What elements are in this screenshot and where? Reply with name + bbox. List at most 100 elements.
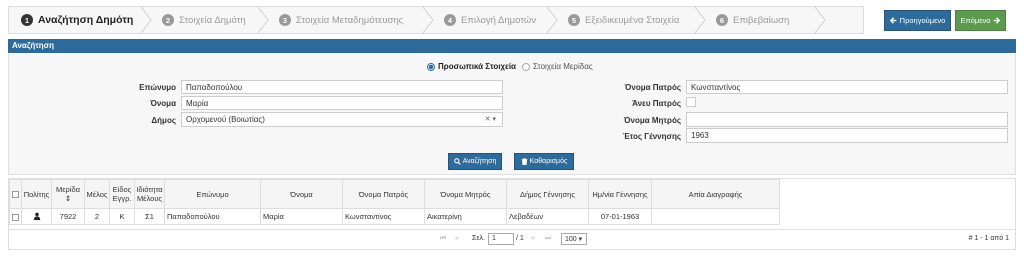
municipality-value: Ορχομενού (Βοιωτίας) (186, 115, 265, 124)
arrow-left-icon (889, 17, 896, 24)
trash-icon (521, 158, 527, 165)
step-label: Στοιχεία Δημότη (179, 14, 246, 26)
chevron-separator-icon (814, 7, 826, 33)
radio-personal-details[interactable] (427, 62, 435, 71)
wizard-steps: 1 Αναζήτηση Δημότη 2 Στοιχεία Δημότη 3 Σ… (8, 6, 864, 34)
first-name-input[interactable]: Μαρία (181, 96, 503, 110)
page-number-input[interactable]: 1 (488, 233, 514, 245)
step-number: 6 (716, 14, 728, 26)
step-label: Στοιχεία Μεταδημότευσης (296, 14, 404, 26)
step-label: Εξειδικευμένα Στοιχεία (585, 14, 680, 26)
surname-cell: Παπαδοπούλου (164, 208, 261, 225)
previous-button[interactable]: Προηγούμενο (884, 10, 951, 31)
mother-name-label: Όνομα Μητρός (623, 116, 681, 125)
municipality-select[interactable]: Ορχομενού (Βοιωτίας) ✕ ▾ (181, 112, 503, 127)
step-citizen-details[interactable]: 2 Στοιχεία Δημότη (150, 7, 269, 33)
step-number: 2 (162, 14, 174, 26)
column-header-birthdate[interactable]: Ημ/νία Γέννησης (588, 179, 652, 209)
select-all-header[interactable] (9, 179, 22, 209)
column-header-registration-type[interactable]: Είδος Εγγρ. (109, 179, 135, 209)
father-name-input[interactable]: Κωνσταντίνος (686, 80, 1008, 94)
column-header-father-name[interactable]: Όνομα Πατρός (342, 179, 425, 209)
deletion-reason-cell (651, 208, 780, 225)
column-header-surname[interactable]: Επώνυμο (164, 179, 261, 209)
select-all-checkbox[interactable] (12, 191, 19, 199)
column-header-member-role[interactable]: Ιδιότητα Μέλους (134, 179, 165, 209)
step-special-details[interactable]: 5 Εξειδικευμένα Στοιχεία (556, 7, 706, 33)
first-name-label: Όνομα (150, 99, 176, 108)
step-label: Αναζήτηση Δημότη (38, 14, 134, 26)
next-label: Επόμενο (960, 16, 991, 25)
search-button[interactable]: Αναζήτηση (448, 153, 502, 170)
radio-personal-label[interactable]: Προσωπικά Στοιχεία (438, 62, 516, 71)
column-header-share[interactable]: Μερίδα ⇕ (51, 179, 85, 209)
step-number: 1 (21, 14, 33, 26)
next-page-icon[interactable]: » (531, 235, 535, 242)
municipality-label: Δήμος (151, 116, 176, 125)
step-select-citizens[interactable]: 4 Επιλογή Δημοτών (432, 7, 558, 33)
registration-type-cell: Κ (109, 208, 135, 225)
next-button[interactable]: Επόμενο (955, 10, 1006, 31)
step-search-citizen[interactable]: 1 Αναζήτηση Δημότη (9, 7, 152, 33)
member-role-cell: Σ1 (134, 208, 165, 225)
page-size-value: 100 (565, 236, 577, 243)
table-row[interactable]: 7922 2 Κ Σ1 Παπαδοπούλου Μαρία Κωνσταντί… (9, 208, 780, 225)
surname-input[interactable]: Παπαδοπούλου (181, 80, 503, 94)
no-father-checkbox[interactable] (686, 97, 696, 107)
row-checkbox[interactable] (12, 213, 19, 221)
birth-year-input[interactable]: 1963 (686, 128, 1008, 143)
first-page-icon[interactable]: ⏮ (440, 235, 446, 243)
first-name-cell: Μαρία (260, 208, 343, 225)
column-header-mother-name[interactable]: Όνομα Μητρός (424, 179, 507, 209)
citizen-cell[interactable] (21, 208, 52, 225)
user-icon (33, 212, 40, 220)
page-size-select[interactable]: 100 ▾ (561, 233, 587, 245)
step-confirmation[interactable]: 6 Επιβεβαίωση (704, 7, 826, 33)
step-number: 4 (444, 14, 456, 26)
birthdate-cell: 07-01-1963 (588, 208, 652, 225)
page-total: / 1 (516, 235, 524, 242)
column-header-birthplace[interactable]: Δήμος Γέννησης (506, 179, 589, 209)
birthplace-cell: Λεβαδέων (506, 208, 589, 225)
mother-name-cell: Αικατερίνη (424, 208, 507, 225)
column-header-member[interactable]: Μέλος (84, 179, 110, 209)
father-name-label: Όνομα Πατρός (624, 83, 681, 92)
no-father-label: Άνευ Πατρός (632, 99, 681, 108)
mother-name-input[interactable] (686, 112, 1008, 127)
column-header-share-label: Μερίδα (55, 185, 81, 194)
search-panel-title: Αναζήτηση (8, 39, 1016, 53)
pagination-bar: ⏮ « Σελ. 1 / 1 » ⏭ 100 ▾ # 1 - 1 από 1 (9, 229, 1015, 249)
column-header-first-name[interactable]: Όνομα (260, 179, 343, 209)
arrow-right-icon (994, 17, 1001, 24)
search-icon (453, 158, 461, 165)
row-select-cell[interactable] (9, 208, 22, 225)
clear-button[interactable]: Καθαρισμός (514, 153, 574, 170)
step-number: 5 (568, 14, 580, 26)
previous-page-icon[interactable]: « (455, 235, 459, 242)
step-label: Επιβεβαίωση (733, 14, 790, 26)
column-header-deletion-reason[interactable]: Απία Διαγραφής (651, 179, 780, 209)
results-grid: Πολίτης Μερίδα ⇕ Μέλος Είδος Εγγρ. Ιδιότ… (8, 178, 1016, 250)
step-transfer-details[interactable]: 3 Στοιχεία Μεταδημότευσης (267, 7, 434, 33)
search-mode-radio-group: Προσωπικά Στοιχεία Στοιχεία Μερίδας (427, 62, 593, 71)
radio-share-label[interactable]: Στοιχεία Μερίδας (533, 62, 593, 71)
clear-button-label: Καθαρισμός (529, 158, 568, 165)
share-cell: 7922 (51, 208, 85, 225)
column-header-citizen[interactable]: Πολίτης (21, 179, 52, 209)
sort-icon: ⇕ (64, 194, 72, 203)
last-page-icon[interactable]: ⏭ (545, 235, 551, 243)
birth-year-label: Έτος Γέννησης (622, 132, 681, 141)
page-label: Σελ. (472, 235, 485, 242)
member-cell: 2 (84, 208, 110, 225)
surname-label: Επώνυμο (139, 83, 176, 92)
step-label: Επιλογή Δημοτών (461, 14, 537, 26)
record-info: # 1 - 1 από 1 (968, 235, 1009, 242)
father-name-cell: Κωνσταντίνος (342, 208, 425, 225)
radio-share-details[interactable] (521, 62, 530, 71)
previous-label: Προηγούμενο (899, 16, 946, 25)
results-table: Πολίτης Μερίδα ⇕ Μέλος Είδος Εγγρ. Ιδιότ… (9, 179, 780, 225)
step-number: 3 (279, 14, 291, 26)
search-button-label: Αναζήτηση (462, 158, 497, 165)
table-header-row: Πολίτης Μερίδα ⇕ Μέλος Είδος Εγγρ. Ιδιότ… (9, 179, 780, 209)
clear-and-chevron-icon[interactable]: ✕ ▾ (485, 115, 496, 123)
